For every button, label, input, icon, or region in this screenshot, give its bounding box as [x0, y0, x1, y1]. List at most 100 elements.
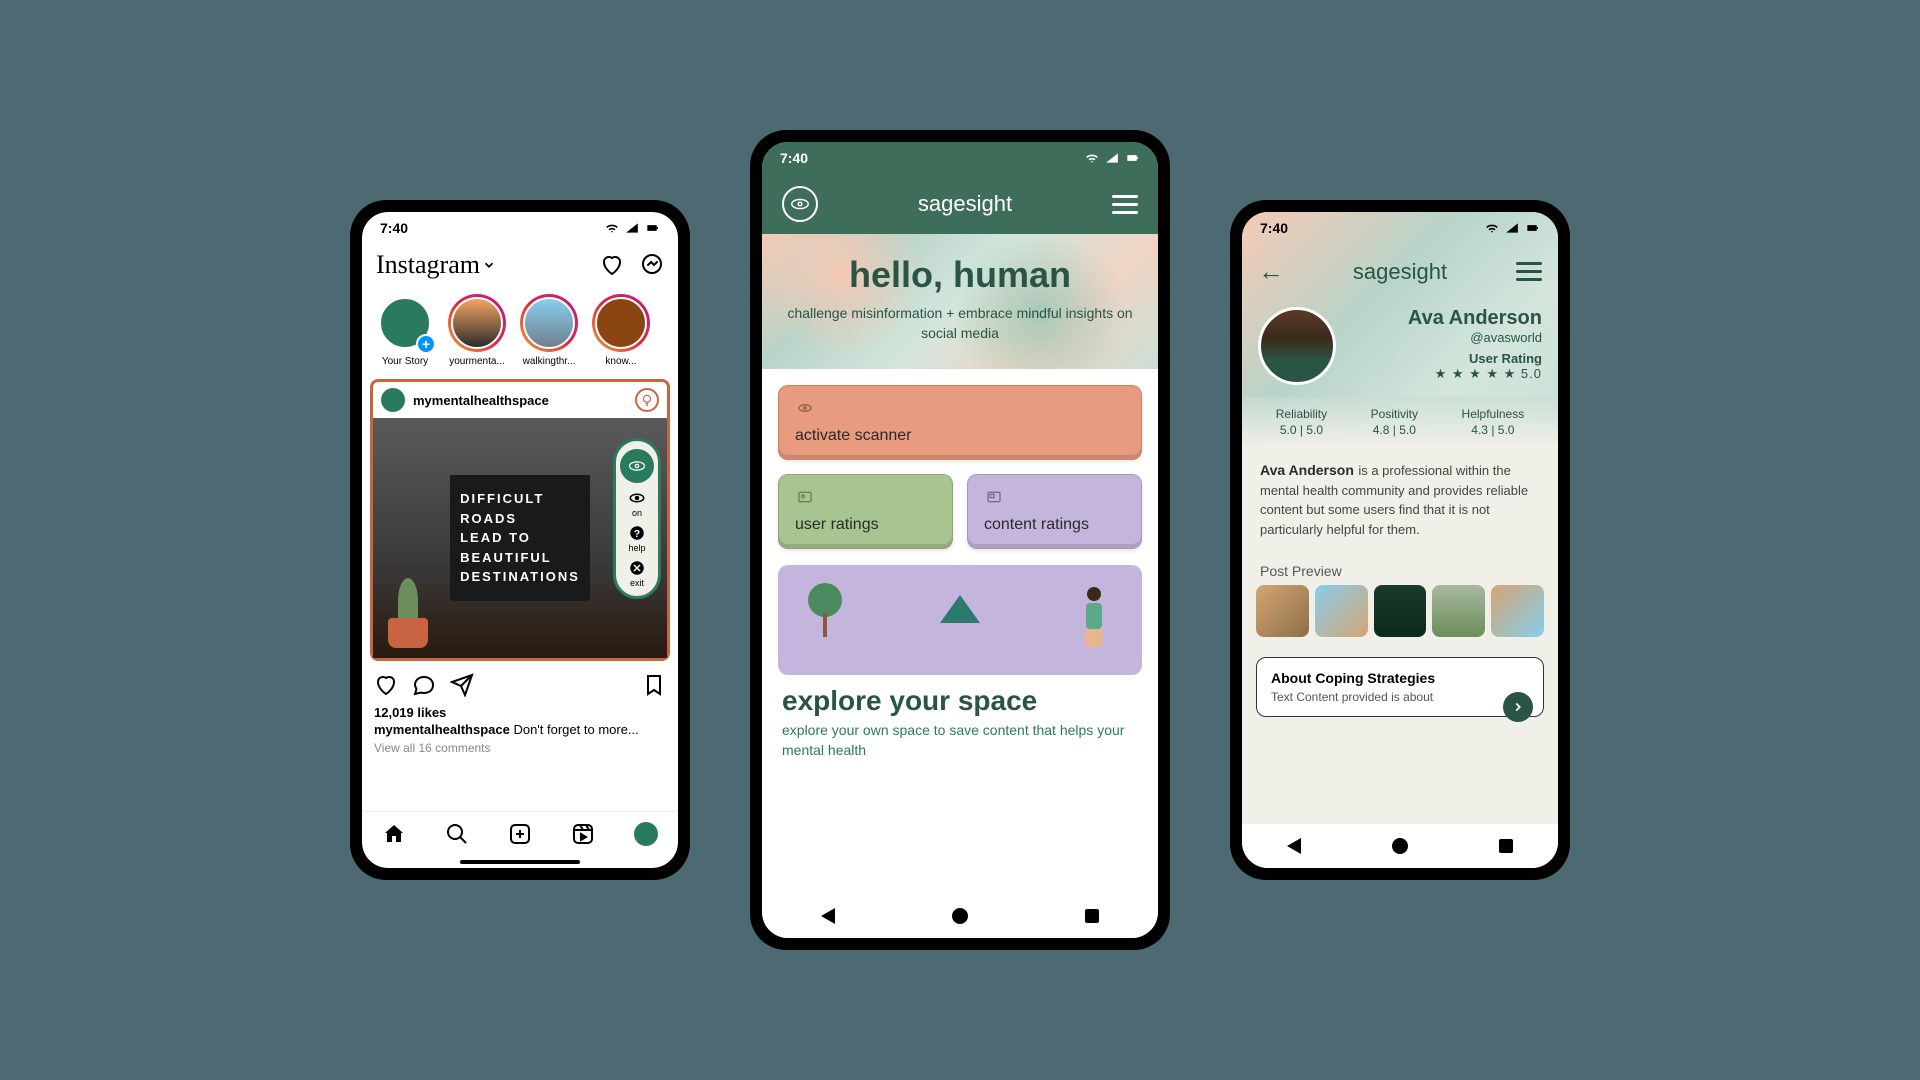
wifi-icon: [1084, 151, 1100, 165]
stories-row: + Your Story yourmenta... walkingthr... …: [362, 286, 678, 375]
story-your-story[interactable]: + Your Story: [374, 294, 436, 367]
bottom-nav: [362, 811, 678, 856]
expand-fab-icon[interactable]: [1503, 692, 1533, 722]
home-nav-icon[interactable]: [952, 908, 968, 924]
explore-illustration: [778, 565, 1142, 675]
app-header: sagesight: [762, 174, 1158, 234]
preview-thumb[interactable]: [1491, 585, 1544, 637]
home-indicator[interactable]: [460, 860, 580, 864]
metrics-row: Reliability 5.0 | 5.0 Positivity 4.8 | 5…: [1242, 397, 1558, 447]
app-title: sagesight: [918, 191, 1012, 217]
sagesight-logo-icon[interactable]: [620, 449, 654, 483]
profile-avatar[interactable]: [1258, 307, 1336, 385]
content-rating-icon: [984, 489, 1004, 505]
hero-title: hello, human: [786, 254, 1134, 296]
status-time: 7:40: [780, 150, 808, 166]
story-item[interactable]: walkingthr...: [518, 294, 580, 367]
instagram-header: Instagram: [362, 244, 678, 286]
eye-icon: [795, 400, 815, 416]
preview-thumb[interactable]: [1256, 585, 1309, 637]
preview-thumb[interactable]: [1374, 585, 1427, 637]
preview-thumb[interactable]: [1432, 585, 1485, 637]
instagram-logo[interactable]: Instagram: [376, 250, 480, 280]
wifi-icon: [1484, 221, 1500, 235]
menu-icon[interactable]: [1516, 262, 1542, 281]
user-rating-icon: [795, 489, 815, 505]
add-post-icon[interactable]: [508, 822, 532, 846]
post-actions: [362, 665, 678, 705]
post-likes[interactable]: 12,019 likes: [362, 705, 678, 720]
scanner-overlay: on ? help exit: [613, 438, 661, 599]
profile-nav-icon[interactable]: [634, 822, 658, 846]
recent-nav-icon[interactable]: [1085, 909, 1099, 923]
story-item[interactable]: know...: [590, 294, 652, 367]
post-view-comments[interactable]: View all 16 comments: [362, 739, 678, 761]
scanned-post: mymentalhealthspace DIFFICULT ROADS LEAD…: [370, 379, 670, 661]
story-item[interactable]: yourmenta...: [446, 294, 508, 367]
scanner-exit-button[interactable]: exit: [628, 559, 646, 588]
messenger-icon[interactable]: [640, 253, 664, 277]
rating-stars: ★ ★ ★ ★ ★ 5.0: [1350, 366, 1542, 382]
comment-icon[interactable]: [412, 673, 436, 697]
signal-icon: [1504, 221, 1520, 235]
battery-icon: [1124, 151, 1140, 165]
android-nav: [762, 894, 1158, 938]
recent-nav-icon[interactable]: [1499, 839, 1513, 853]
status-bar: 7:40: [1242, 212, 1558, 244]
sagesight-logo-icon[interactable]: [782, 186, 818, 222]
signal-icon: [624, 221, 640, 235]
post-preview-row: [1242, 585, 1558, 651]
lightbulb-icon[interactable]: [635, 388, 659, 412]
preview-thumb[interactable]: [1315, 585, 1368, 637]
search-icon[interactable]: [445, 822, 469, 846]
battery-icon: [1524, 221, 1540, 235]
heart-icon[interactable]: [600, 253, 624, 277]
metric-helpfulness: Helpfulness 4.3 | 5.0: [1462, 407, 1525, 437]
post-username[interactable]: mymentalhealthspace: [413, 393, 549, 408]
android-nav: [1242, 824, 1558, 868]
status-time: 7:40: [1260, 220, 1288, 236]
metric-reliability: Reliability 5.0 | 5.0: [1276, 407, 1327, 437]
phone-instagram: 7:40 Instagram + Your Story: [350, 200, 690, 880]
back-arrow-icon[interactable]: ←: [1258, 256, 1284, 287]
wifi-icon: [604, 221, 620, 235]
battery-icon: [644, 221, 660, 235]
bookmark-icon[interactable]: [642, 673, 666, 697]
status-bar: 7:40: [362, 212, 678, 244]
rating-label: User Rating: [1350, 351, 1542, 366]
user-ratings-card[interactable]: user ratings: [778, 474, 953, 549]
menu-icon[interactable]: [1112, 195, 1138, 214]
back-nav-icon[interactable]: [1287, 838, 1301, 854]
activate-scanner-card[interactable]: activate scanner: [778, 385, 1142, 460]
profile-bio: Ava Anderson is a professional within th…: [1242, 447, 1558, 553]
svg-text:?: ?: [634, 528, 640, 540]
back-nav-icon[interactable]: [821, 908, 835, 924]
phone-sagesight-profile: 7:40 ← sagesight Ava Anderson @avasworld…: [1230, 200, 1570, 880]
post-preview-label: Post Preview: [1242, 553, 1558, 585]
share-icon[interactable]: [450, 673, 474, 697]
content-ratings-card[interactable]: content ratings: [967, 474, 1142, 549]
explore-title: explore your space: [782, 685, 1138, 717]
hero-subtitle: challenge misinformation + embrace mindf…: [786, 304, 1134, 343]
post-caption: mymentalhealthspace Don't forget to more…: [362, 720, 678, 739]
about-card[interactable]: About Coping Strategies Text Content pro…: [1256, 657, 1544, 717]
scanner-help-button[interactable]: ? help: [628, 524, 646, 553]
phone-sagesight-home: 7:40 sagesight hello, human challenge mi…: [750, 130, 1170, 950]
scanner-on-button[interactable]: on: [628, 489, 646, 518]
profile-name: Ava Anderson: [1350, 307, 1542, 330]
home-icon[interactable]: [382, 822, 406, 846]
chevron-down-icon[interactable]: [482, 258, 496, 272]
status-time: 7:40: [380, 220, 408, 236]
post-avatar[interactable]: [381, 388, 405, 412]
status-bar: 7:40: [762, 142, 1158, 174]
reels-icon[interactable]: [571, 822, 595, 846]
hero-banner: hello, human challenge misinformation + …: [762, 234, 1158, 369]
home-nav-icon[interactable]: [1392, 838, 1408, 854]
explore-subtitle: explore your own space to save content t…: [782, 721, 1138, 760]
metric-positivity: Positivity 4.8 | 5.0: [1371, 407, 1418, 437]
app-title: sagesight: [1353, 259, 1447, 285]
like-icon[interactable]: [374, 673, 398, 697]
profile-handle: @avasworld: [1350, 330, 1542, 345]
post-image[interactable]: DIFFICULT ROADS LEAD TO BEAUTIFUL DESTIN…: [373, 418, 667, 658]
profile-nav: ← sagesight: [1242, 244, 1558, 299]
